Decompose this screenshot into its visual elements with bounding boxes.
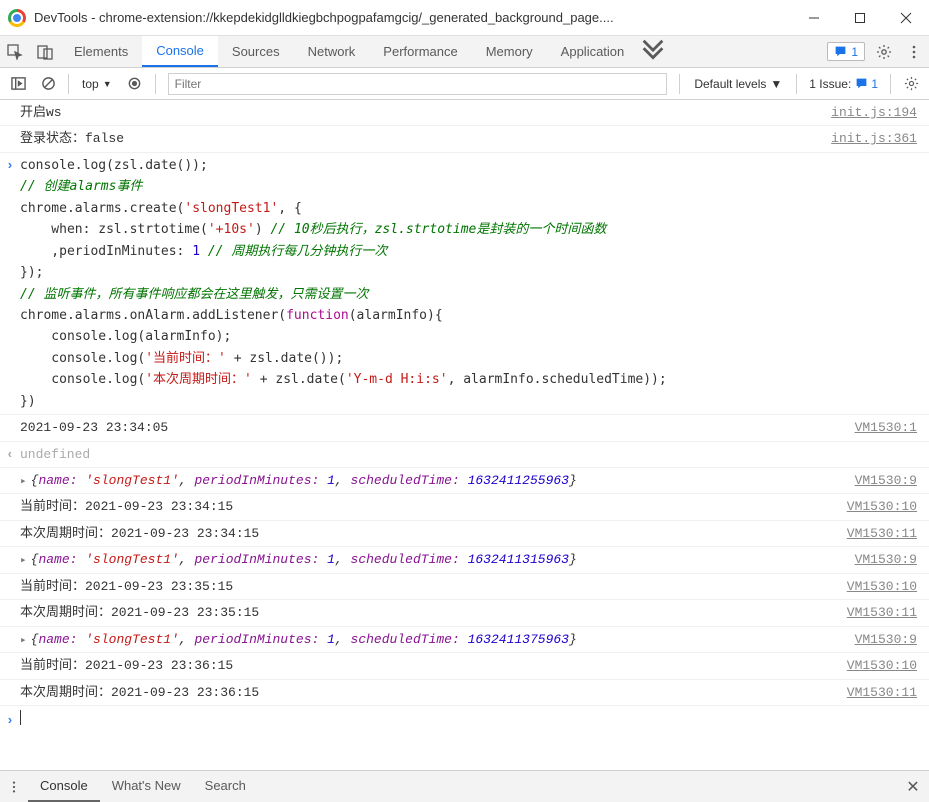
source-link[interactable]: init.js:194 — [831, 102, 929, 123]
console-row: 2021-09-23 23:34:05VM1530:1 — [0, 415, 929, 441]
divider — [155, 74, 156, 94]
close-button[interactable] — [883, 0, 929, 36]
divider — [890, 74, 891, 94]
log-message: 本次周期时间：2021-09-23 23:35:15 — [20, 602, 847, 623]
context-selector[interactable]: top▼ — [75, 76, 119, 92]
console-input-code: console.log(zsl.date()); // 创建alarms事件 c… — [20, 155, 929, 412]
log-message: 本次周期时间：2021-09-23 23:36:15 — [20, 682, 847, 703]
drawer-close-icon[interactable]: ✕ — [897, 771, 929, 802]
messages-badge[interactable]: 1 — [827, 42, 865, 61]
log-object[interactable]: {name: 'slongTest1', periodInMinutes: 1,… — [20, 549, 855, 570]
tab-application[interactable]: Application — [547, 36, 639, 67]
divider — [679, 74, 680, 94]
filter-box — [168, 73, 668, 95]
tab-memory[interactable]: Memory — [472, 36, 547, 67]
log-message: 当前时间：2021-09-23 23:34:15 — [20, 496, 847, 517]
drawer: ConsoleWhat's NewSearch ✕ — [0, 770, 929, 802]
settings-icon[interactable] — [869, 36, 899, 67]
toggle-sidebar-icon[interactable] — [4, 70, 32, 98]
drawer-menu-icon[interactable] — [0, 771, 28, 802]
log-message: 2021-09-23 23:34:05 — [20, 417, 855, 438]
source-link[interactable]: VM1530:10 — [847, 655, 929, 676]
tab-sources[interactable]: Sources — [218, 36, 294, 67]
log-message: 本次周期时间：2021-09-23 23:34:15 — [20, 523, 847, 544]
console-row: console.log(zsl.date()); // 创建alarms事件 c… — [0, 153, 929, 415]
cursor — [20, 710, 21, 725]
console-settings-icon[interactable] — [897, 70, 925, 98]
console-toolbar: top▼ Default levels▼ 1 Issue: 1 — [0, 68, 929, 100]
console-prompt[interactable] — [0, 706, 929, 729]
live-expression-icon[interactable] — [121, 70, 149, 98]
messages-count: 1 — [851, 45, 858, 59]
console-row: 登录状态：falseinit.js:361 — [0, 126, 929, 152]
clear-console-icon[interactable] — [34, 70, 62, 98]
log-object[interactable]: {name: 'slongTest1', periodInMinutes: 1,… — [20, 629, 855, 650]
maximize-button[interactable] — [837, 0, 883, 36]
tab-elements[interactable]: Elements — [60, 36, 142, 67]
source-link[interactable]: VM1530:9 — [855, 470, 929, 491]
console-row: {name: 'slongTest1', periodInMinutes: 1,… — [0, 547, 929, 573]
source-link[interactable]: VM1530:11 — [847, 602, 929, 623]
console-output[interactable]: 开启wsinit.js:194登录状态：falseinit.js:361cons… — [0, 100, 929, 770]
kebab-menu-icon[interactable] — [899, 36, 929, 67]
divider — [68, 74, 69, 94]
source-link[interactable]: VM1530:10 — [847, 576, 929, 597]
source-link[interactable]: VM1530:9 — [855, 629, 929, 650]
tab-performance[interactable]: Performance — [369, 36, 471, 67]
chevron-down-icon: ▼ — [770, 77, 782, 91]
console-row: undefined — [0, 442, 929, 468]
console-row: 当前时间：2021-09-23 23:34:15VM1530:10 — [0, 494, 929, 520]
tab-console[interactable]: Console — [142, 36, 218, 67]
console-row: {name: 'slongTest1', periodInMinutes: 1,… — [0, 468, 929, 494]
window-titlebar: DevTools - chrome-extension://kkepdekidg… — [0, 0, 929, 36]
devtools-tabbar: ElementsConsoleSourcesNetworkPerformance… — [0, 36, 929, 68]
console-row: {name: 'slongTest1', periodInMinutes: 1,… — [0, 627, 929, 653]
drawer-tab-search[interactable]: Search — [193, 771, 258, 802]
source-link[interactable]: VM1530:11 — [847, 682, 929, 703]
minimize-button[interactable] — [791, 0, 837, 36]
inspect-element-icon[interactable] — [0, 36, 30, 67]
source-link[interactable]: VM1530:11 — [847, 523, 929, 544]
issues-indicator[interactable]: 1 Issue: 1 — [803, 77, 884, 91]
console-row: 当前时间：2021-09-23 23:35:15VM1530:10 — [0, 574, 929, 600]
window-title: DevTools - chrome-extension://kkepdekidg… — [34, 10, 791, 25]
log-message: 登录状态：false — [20, 128, 831, 149]
console-row: 开启wsinit.js:194 — [0, 100, 929, 126]
chrome-icon — [8, 9, 26, 27]
log-object[interactable]: {name: 'slongTest1', periodInMinutes: 1,… — [20, 470, 855, 491]
source-link[interactable]: VM1530:1 — [855, 417, 929, 438]
console-row: 当前时间：2021-09-23 23:36:15VM1530:10 — [0, 653, 929, 679]
log-message: 开启ws — [20, 102, 831, 123]
chevron-down-icon: ▼ — [103, 79, 112, 89]
filter-input[interactable] — [168, 73, 668, 95]
divider — [796, 74, 797, 94]
log-output: undefined — [20, 444, 929, 465]
console-row: 本次周期时间：2021-09-23 23:35:15VM1530:11 — [0, 600, 929, 626]
source-link[interactable]: VM1530:10 — [847, 496, 929, 517]
more-tabs-icon[interactable] — [638, 36, 668, 67]
device-toggle-icon[interactable] — [30, 36, 60, 67]
console-row: 本次周期时间：2021-09-23 23:34:15VM1530:11 — [0, 521, 929, 547]
log-message: 当前时间：2021-09-23 23:36:15 — [20, 655, 847, 676]
log-message: 当前时间：2021-09-23 23:35:15 — [20, 576, 847, 597]
tab-network[interactable]: Network — [294, 36, 370, 67]
drawer-tab-what-s-new[interactable]: What's New — [100, 771, 193, 802]
drawer-tab-console[interactable]: Console — [28, 771, 100, 802]
console-row: 本次周期时间：2021-09-23 23:36:15VM1530:11 — [0, 680, 929, 706]
log-levels-selector[interactable]: Default levels▼ — [686, 77, 790, 91]
source-link[interactable]: VM1530:9 — [855, 549, 929, 570]
source-link[interactable]: init.js:361 — [831, 128, 929, 149]
